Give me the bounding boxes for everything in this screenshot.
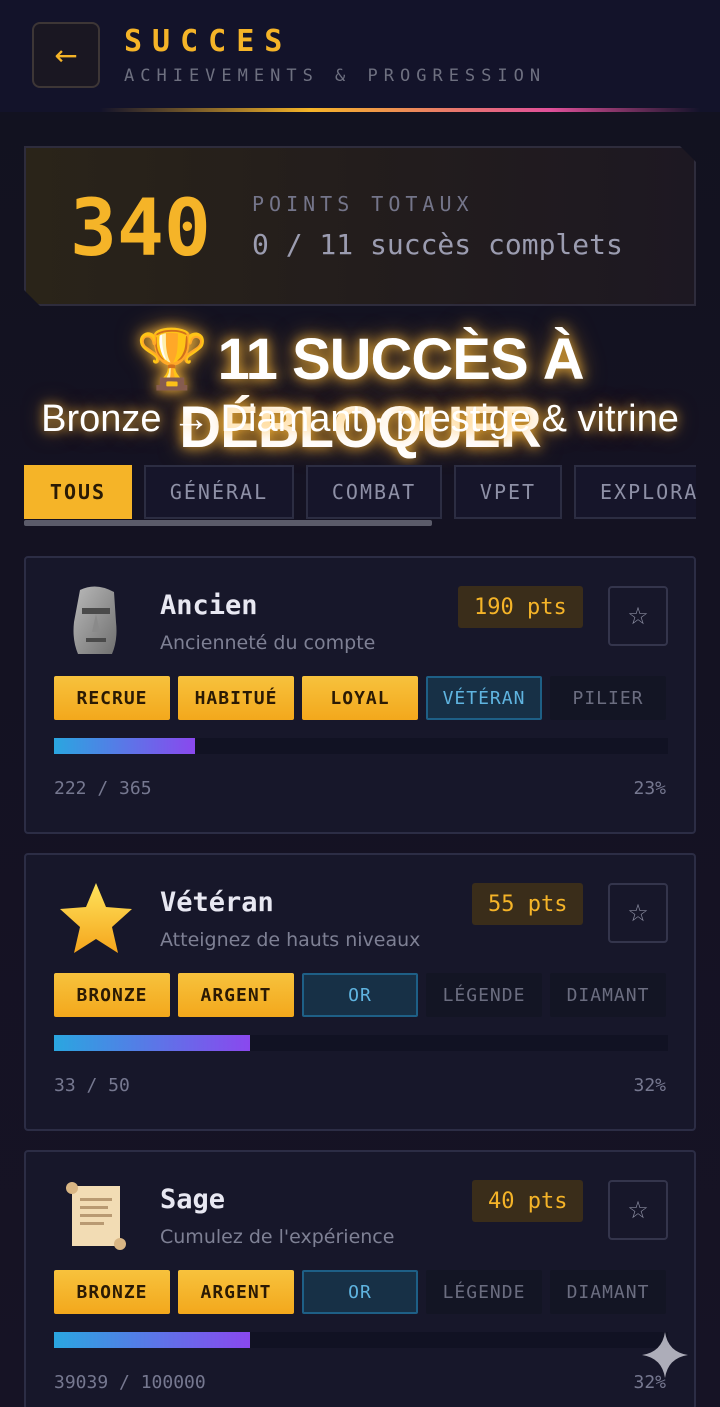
tier-badge: DIAMANT xyxy=(550,973,666,1017)
tier-badge: LOYAL xyxy=(302,676,418,720)
total-points-label: POINTS TOTAUX xyxy=(252,192,474,216)
tab-combat[interactable]: COMBAT xyxy=(306,465,442,519)
progress-bar xyxy=(54,1035,668,1051)
progress-percent: 23% xyxy=(633,778,666,799)
progress-bar-fill xyxy=(54,1332,251,1348)
completed-count: 0 / 11 succès complets xyxy=(252,228,623,261)
sparkle-icon xyxy=(642,1332,688,1378)
header xyxy=(0,0,720,112)
achievement-card[interactable]: Ancien Ancienneté du compte 190 pts ☆ RE… xyxy=(24,556,696,834)
tier-badge: VÉTÉRAN xyxy=(426,676,542,720)
favorite-star-button[interactable]: ☆ xyxy=(608,883,668,943)
progress-bar-fill xyxy=(54,1035,251,1051)
tier-badge: PILIER xyxy=(550,676,666,720)
progress-bar xyxy=(54,1332,668,1348)
achievement-name: Ancien xyxy=(160,590,258,621)
achievement-description: Ancienneté du compte xyxy=(160,632,376,654)
tier-badge: OR xyxy=(302,1270,418,1314)
points-badge: 190 pts xyxy=(458,586,583,628)
progress-count: 39039 / 100000 xyxy=(54,1372,206,1393)
total-points-value: 340 xyxy=(70,184,211,274)
progress-bar xyxy=(54,738,668,754)
achievement-name: Sage xyxy=(160,1184,226,1215)
tier-badge: HABITUÉ xyxy=(178,676,294,720)
back-button[interactable]: ← xyxy=(32,22,100,88)
favorite-star-button[interactable]: ☆ xyxy=(608,586,668,646)
star-icon xyxy=(60,883,132,953)
tab-exploration[interactable]: EXPLORA xyxy=(574,465,696,519)
tab-general[interactable]: GÉNÉRAL xyxy=(144,465,294,519)
progress-percent: 32% xyxy=(633,1075,666,1096)
tier-badge: LÉGENDE xyxy=(426,1270,542,1314)
tier-badge: ARGENT xyxy=(178,1270,294,1314)
page-title: SUCCES xyxy=(124,24,293,59)
tier-badge: OR xyxy=(302,973,418,1017)
tier-badge: RECRUE xyxy=(54,676,170,720)
tab-vpet[interactable]: VPET xyxy=(454,465,562,519)
scroll-icon xyxy=(66,1182,126,1250)
category-tabs: TOUS GÉNÉRAL COMBAT VPET EXPLORA xyxy=(24,465,696,521)
moai-icon xyxy=(73,586,117,654)
header-divider xyxy=(100,108,700,112)
tier-badge: ARGENT xyxy=(178,973,294,1017)
progress-count: 33 / 50 xyxy=(54,1075,130,1096)
tabs-scrollbar[interactable] xyxy=(24,520,432,526)
points-badge: 40 pts xyxy=(472,1180,584,1222)
page-subtitle: ACHIEVEMENTS & PROGRESSION xyxy=(124,66,547,86)
tier-badge: LÉGENDE xyxy=(426,973,542,1017)
achievement-description: Cumulez de l'expérience xyxy=(160,1226,395,1248)
points-badge: 55 pts xyxy=(472,883,584,925)
trophy-icon: 🏆 xyxy=(136,327,208,392)
progress-bar-fill xyxy=(54,738,196,754)
tier-badge: BRONZE xyxy=(54,1270,170,1314)
tier-badge: BRONZE xyxy=(54,973,170,1017)
tier-badge: DIAMANT xyxy=(550,1270,666,1314)
star-outline-icon: ☆ xyxy=(627,1196,649,1224)
tab-tous[interactable]: TOUS xyxy=(24,465,132,519)
star-outline-icon: ☆ xyxy=(627,602,649,630)
arrow-left-icon: ← xyxy=(54,38,78,72)
achievement-card[interactable]: Sage Cumulez de l'expérience 40 pts ☆ BR… xyxy=(24,1150,696,1407)
achievement-description: Atteignez de hauts niveaux xyxy=(160,929,421,951)
points-summary-card: 340 POINTS TOTAUX 0 / 11 succès complets xyxy=(24,146,696,306)
favorite-star-button[interactable]: ☆ xyxy=(608,1180,668,1240)
progress-count: 222 / 365 xyxy=(54,778,152,799)
achievement-name: Vétéran xyxy=(160,887,274,918)
star-outline-icon: ☆ xyxy=(627,899,649,927)
promo-banner-subtitle: Bronze → Diamant · prestige & vitrine xyxy=(41,398,679,440)
achievement-card[interactable]: Vétéran Atteignez de hauts niveaux 55 pt… xyxy=(24,853,696,1131)
